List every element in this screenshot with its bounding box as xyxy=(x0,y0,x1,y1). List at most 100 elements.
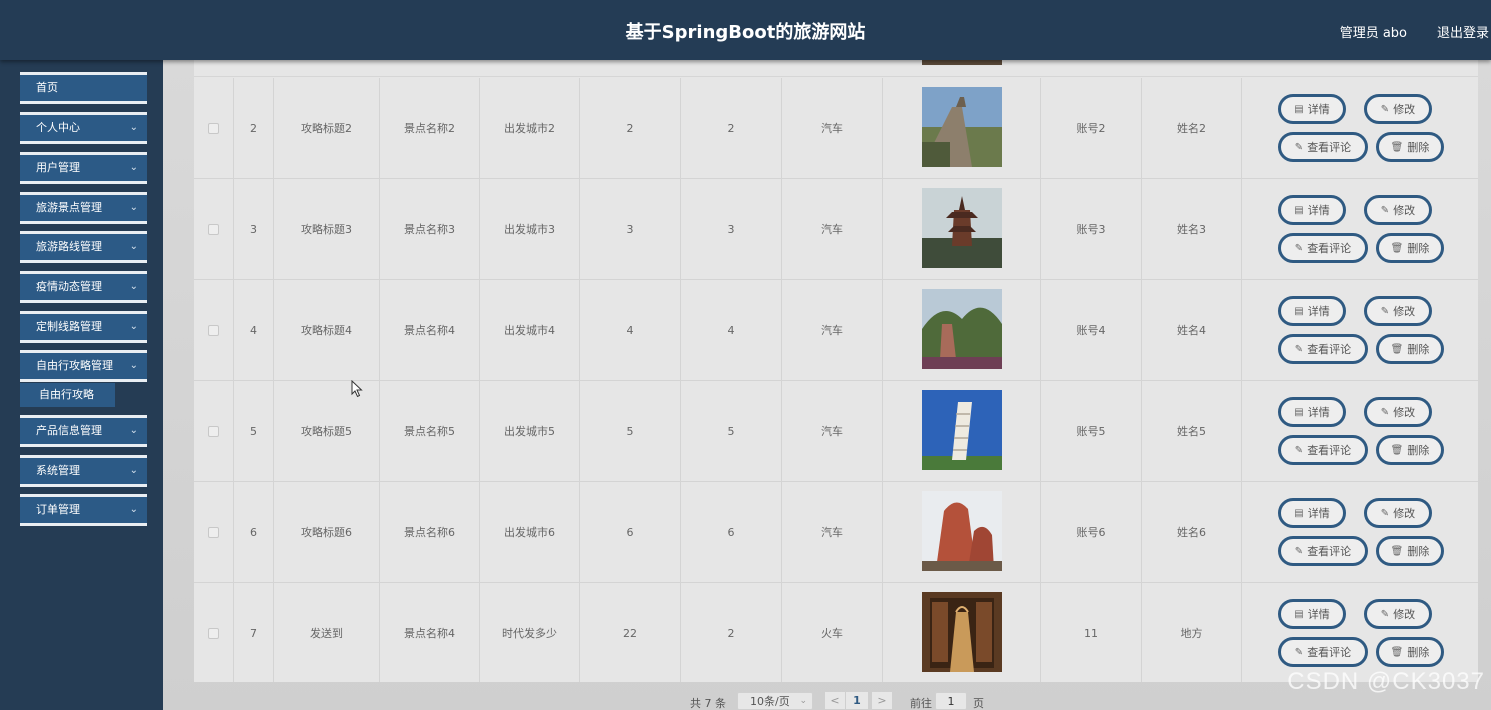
pagoda-image xyxy=(921,187,1002,271)
trash-icon: 🗑 xyxy=(1390,444,1404,456)
table-cell-check xyxy=(194,381,234,481)
comments-button[interactable]: ✎ 查看评论 xyxy=(1278,536,1368,566)
detail-button[interactable]: ▤ 详情 xyxy=(1278,94,1346,124)
edit-button[interactable]: ✎ 修改 xyxy=(1364,195,1432,225)
edit-button[interactable]: ✎ 修改 xyxy=(1364,94,1432,124)
table-cell-image xyxy=(883,78,1041,178)
logout-link[interactable]: 退出登录 xyxy=(1437,22,1489,41)
sidebar-item-label: 系统管理 xyxy=(36,464,80,477)
row-checkbox[interactable] xyxy=(208,526,219,538)
comments-button[interactable]: ✎ 查看评论 xyxy=(1278,637,1368,667)
goto-page-input[interactable] xyxy=(935,692,967,710)
detail-button[interactable]: ▤ 详情 xyxy=(1278,599,1346,629)
sidebar-item-home[interactable]: 首页 xyxy=(20,72,147,104)
sidebar-item-travel-guide-management[interactable]: 自由行攻略管理 ⌄ xyxy=(20,350,147,382)
table-cell-col5: 5 xyxy=(580,381,681,481)
table-cell-check xyxy=(194,583,234,682)
cell-text: 攻略标题4 xyxy=(301,324,352,337)
comments-button[interactable]: ✎ 查看评论 xyxy=(1278,233,1368,263)
cell-text: 6 xyxy=(626,525,634,539)
button-label: 详情 xyxy=(1307,103,1330,116)
table-cell-col5: 22 xyxy=(580,583,681,682)
table-cell-city: 时代发多少 xyxy=(480,583,580,682)
pencil-icon: ✎ xyxy=(1294,242,1304,254)
button-label: 修改 xyxy=(1393,305,1416,318)
page-size-select[interactable]: 10条/页 ⌄ xyxy=(737,692,813,710)
row-checkbox[interactable] xyxy=(208,324,219,336)
table-cell-col6: 4 xyxy=(681,280,782,380)
sidebar-item-epidemic-management[interactable]: 疫情动态管理 ⌄ xyxy=(20,271,147,303)
table-cell-index: 3 xyxy=(234,179,274,279)
cell-text: 账号4 xyxy=(1076,324,1106,337)
table-cell-city: 出发城市4 xyxy=(480,280,580,380)
sidebar-item-label: 旅游景点管理 xyxy=(36,201,102,214)
edit-button[interactable]: ✎ 修改 xyxy=(1364,599,1432,629)
detail-button[interactable]: ▤ 详情 xyxy=(1278,296,1346,326)
trash-icon: 🗑 xyxy=(1390,646,1404,658)
sidebar-item-custom-route-management[interactable]: 定制线路管理 ⌄ xyxy=(20,311,147,343)
cell-text: 景点名称4 xyxy=(404,324,455,337)
mountain-image xyxy=(921,288,1002,372)
pencil-icon: ✎ xyxy=(1294,646,1304,658)
row-checkbox[interactable] xyxy=(208,122,219,134)
prev-page-button[interactable]: < xyxy=(825,692,845,709)
row-checkbox[interactable] xyxy=(208,627,219,639)
table-cell-index: 2 xyxy=(234,78,274,178)
row-checkbox[interactable] xyxy=(208,425,219,437)
pencil-icon: ✎ xyxy=(1380,608,1390,620)
edit-button[interactable]: ✎ 修改 xyxy=(1364,397,1432,427)
table-cell-image xyxy=(883,381,1041,481)
submenu-item-travel-guide[interactable]: 自由行攻略 xyxy=(20,383,115,407)
cell-text: 出发城市4 xyxy=(504,324,555,337)
edit-button[interactable]: ✎ 修改 xyxy=(1364,498,1432,528)
sidebar-item-system-management[interactable]: 系统管理 ⌄ xyxy=(20,455,147,487)
table-cell-title: 攻略标题3 xyxy=(274,179,380,279)
cell-text: 7 xyxy=(250,626,257,640)
row-checkbox[interactable] xyxy=(208,223,219,235)
table-cell-account: 账号6 xyxy=(1041,482,1142,582)
button-label: 修改 xyxy=(1393,204,1416,217)
table-row: 4 攻略标题4 景点名称4 出发城市4 4 4 汽车 账号4 姓名4 ▤ 详情 ✎ 修改 ✎ 查看评论 🗑 删除 xyxy=(194,280,1478,381)
table-cell-name: 姓名6 xyxy=(1142,482,1242,582)
table-cell-scenic: 景点名称5 xyxy=(380,381,480,481)
page-number-current[interactable]: 1 xyxy=(846,692,868,709)
table-cell-col5: 3 xyxy=(580,179,681,279)
sidebar-item-label: 产品信息管理 xyxy=(36,424,102,437)
table-cell-name: 姓名4 xyxy=(1142,280,1242,380)
comments-button[interactable]: ✎ 查看评论 xyxy=(1278,132,1368,162)
sidebar-item-product-management[interactable]: 产品信息管理 ⌄ xyxy=(20,415,147,447)
detail-button[interactable]: ▤ 详情 xyxy=(1278,195,1346,225)
table-cell-col5: 2 xyxy=(580,78,681,178)
sidebar-item-user-management[interactable]: 用户管理 ⌄ xyxy=(20,152,147,184)
comments-button[interactable]: ✎ 查看评论 xyxy=(1278,435,1368,465)
delete-button[interactable]: 🗑 删除 xyxy=(1376,334,1444,364)
comments-button[interactable]: ✎ 查看评论 xyxy=(1278,334,1368,364)
delete-button[interactable]: 🗑 删除 xyxy=(1376,233,1444,263)
delete-button[interactable]: 🗑 删除 xyxy=(1376,536,1444,566)
edit-button[interactable]: ✎ 修改 xyxy=(1364,296,1432,326)
table-cell-index: 4 xyxy=(234,280,274,380)
sidebar-item-personal-center[interactable]: 个人中心 ⌄ xyxy=(20,112,147,144)
next-page-button[interactable]: > xyxy=(872,692,892,709)
delete-button[interactable]: 🗑 删除 xyxy=(1376,435,1444,465)
delete-button[interactable]: 🗑 删除 xyxy=(1376,637,1444,667)
chevron-down-icon: ⌄ xyxy=(129,504,138,515)
button-label: 查看评论 xyxy=(1307,444,1352,457)
cell-text: 4 xyxy=(626,323,634,337)
table-cell-account: 账号2 xyxy=(1041,78,1142,178)
detail-button[interactable]: ▤ 详情 xyxy=(1278,498,1346,528)
cell-text: 6 xyxy=(727,525,735,539)
sidebar-item-label: 订单管理 xyxy=(36,503,80,516)
table-row: 7 发送到 景点名称4 时代发多少 22 2 火车 11 地方 ▤ 详情 ✎ 修改 ✎ 查看评论 🗑 删除 xyxy=(194,583,1478,682)
sidebar-item-scenic-management[interactable]: 旅游景点管理 ⌄ xyxy=(20,192,147,224)
delete-button[interactable]: 🗑 删除 xyxy=(1376,132,1444,162)
sidebar-item-order-management[interactable]: 订单管理 ⌄ xyxy=(20,494,147,526)
sidebar-item-route-management[interactable]: 旅游路线管理 ⌄ xyxy=(20,231,147,263)
chevron-down-icon: ⌄ xyxy=(129,281,138,292)
detail-button[interactable]: ▤ 详情 xyxy=(1278,397,1346,427)
cell-text: 2 xyxy=(727,626,735,640)
cell-text: 发送到 xyxy=(310,627,343,640)
chevron-down-icon: ⌄ xyxy=(129,425,138,436)
cell-text: 4 xyxy=(250,323,257,337)
table-cell-account: 账号5 xyxy=(1041,381,1142,481)
